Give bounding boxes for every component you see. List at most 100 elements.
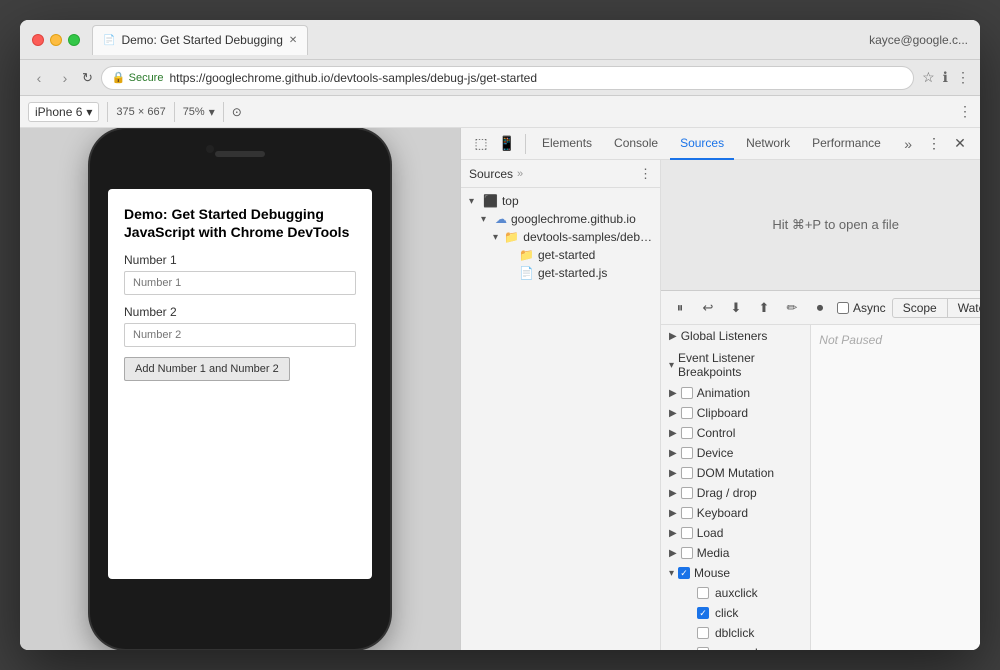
device-selector[interactable]: iPhone 6 ▾ — [28, 102, 99, 122]
media-checkbox[interactable] — [681, 547, 693, 559]
device-toolbar-more[interactable]: ⋮ — [958, 103, 972, 120]
more-device-options[interactable]: ⊙ — [232, 105, 242, 119]
animation-checkbox[interactable] — [681, 387, 693, 399]
bp-auxclick[interactable]: auxclick — [661, 583, 810, 603]
url-bar[interactable]: 🔒 Secure https://googlechrome.github.io/… — [101, 66, 914, 90]
click-checkbox[interactable] — [697, 607, 709, 619]
number2-label: Number 2 — [124, 305, 356, 319]
bp-clipboard[interactable]: ▶ Clipboard — [661, 403, 810, 423]
phone-device: Demo: Get Started Debugging JavaScript w… — [90, 129, 390, 649]
tree-top[interactable]: ▾ ⬛ top — [461, 192, 660, 210]
device-icon[interactable]: 📱 — [495, 132, 519, 156]
add-button[interactable]: Add Number 1 and Number 2 — [124, 357, 290, 381]
bp-dblclick[interactable]: dblclick — [661, 623, 810, 643]
user-label: kayce@google.c... — [869, 33, 968, 47]
tab-separator — [525, 134, 526, 154]
mouse-checkbox[interactable] — [678, 567, 690, 579]
bp-drag-drop[interactable]: ▶ Drag / drop — [661, 483, 810, 503]
inspect-icon[interactable]: ⬚ — [469, 132, 493, 156]
auxclick-checkbox[interactable] — [697, 587, 709, 599]
number1-input[interactable] — [124, 271, 356, 295]
tab-network[interactable]: Network — [736, 128, 800, 160]
close-button[interactable] — [32, 34, 44, 46]
number2-input[interactable] — [124, 323, 356, 347]
dom-mutation-checkbox[interactable] — [681, 467, 693, 479]
forward-button[interactable]: › — [56, 70, 74, 86]
bp-device[interactable]: ▶ Device — [661, 443, 810, 463]
phone-camera — [206, 145, 214, 153]
address-bar: ‹ › ↻ 🔒 Secure https://googlechrome.gith… — [20, 60, 980, 96]
mouse-arrow: ▾ — [669, 568, 674, 579]
pause-button[interactable]: ⏸ — [669, 297, 691, 319]
browser-tab[interactable]: 📄 Demo: Get Started Debugging ✕ — [92, 25, 308, 55]
dblclick-checkbox[interactable] — [697, 627, 709, 639]
browser-window: 📄 Demo: Get Started Debugging ✕ kayce@go… — [20, 20, 980, 650]
tree-folder-devtools[interactable]: ▾ 📁 devtools-samples/deb… — [461, 228, 660, 246]
refresh-button[interactable]: ↻ — [82, 70, 93, 86]
bp-click[interactable]: click — [661, 603, 810, 623]
bp-mousedown[interactable]: mousedown — [661, 643, 810, 650]
sources-expand-icon[interactable]: » — [517, 168, 523, 180]
async-checkbox[interactable] — [837, 302, 849, 314]
blackbox-button[interactable]: ✏ — [781, 297, 803, 319]
tab-elements[interactable]: Elements — [532, 128, 602, 160]
drag-drop-checkbox[interactable] — [681, 487, 693, 499]
tree-folder-getstarted[interactable]: 📁 get-started — [461, 246, 660, 264]
editor-main: Hit ⌘+P to open a file ⬇ — [661, 160, 980, 290]
minimize-button[interactable] — [50, 34, 62, 46]
step-into-button[interactable]: ⬇ — [725, 297, 747, 319]
bookmark-icon[interactable]: ☆ — [922, 69, 935, 86]
step-out-button[interactable]: ⬆ — [753, 297, 775, 319]
devtools-panel: ⬚ 📱 Elements Console Sources Network Per… — [460, 128, 980, 650]
tree-label-devtools: devtools-samples/deb… — [523, 230, 652, 244]
phone-screen: Demo: Get Started Debugging JavaScript w… — [108, 189, 372, 579]
tree-label-origin: googlechrome.github.io — [511, 212, 636, 226]
tree-file-js[interactable]: 📄 get-started.js — [461, 264, 660, 282]
bp-media[interactable]: ▶ Media — [661, 543, 810, 563]
back-button[interactable]: ‹ — [30, 70, 48, 86]
tab-close-icon[interactable]: ✕ — [289, 35, 297, 46]
info-icon[interactable]: ℹ — [943, 69, 948, 86]
load-checkbox[interactable] — [681, 527, 693, 539]
folder-icon-devtools: 📁 — [504, 230, 519, 244]
control-arrow: ▶ — [669, 428, 677, 439]
mousedown-checkbox[interactable] — [697, 647, 709, 650]
async-checkbox-area[interactable]: Async — [837, 301, 886, 315]
bp-mouse[interactable]: ▾ Mouse — [661, 563, 810, 583]
width-display: 375 × 667 — [116, 106, 165, 118]
bp-dom-mutation[interactable]: ▶ DOM Mutation — [661, 463, 810, 483]
scope-tab[interactable]: Scope — [892, 298, 948, 318]
keyboard-checkbox[interactable] — [681, 507, 693, 519]
tab-performance[interactable]: Performance — [802, 128, 891, 160]
control-checkbox[interactable] — [681, 427, 693, 439]
bp-keyboard[interactable]: ▶ Keyboard — [661, 503, 810, 523]
global-listeners-header[interactable]: ▶ Global Listeners — [661, 325, 810, 347]
devtools-more-icon[interactable]: ⋮ — [922, 132, 946, 156]
tab-console[interactable]: Console — [604, 128, 668, 160]
deactivate-button[interactable]: ⏺ — [809, 297, 831, 319]
maximize-button[interactable] — [68, 34, 80, 46]
phone-speaker — [215, 151, 265, 157]
device-checkbox[interactable] — [681, 447, 693, 459]
breakpoints-list: ▶ Global Listeners ▾ Event Listener Brea… — [661, 325, 810, 650]
clipboard-checkbox[interactable] — [681, 407, 693, 419]
tree-arrow-devtools: ▾ — [493, 232, 500, 243]
bp-animation[interactable]: ▶ Animation — [661, 383, 810, 403]
tab-sources[interactable]: Sources — [670, 128, 734, 160]
tabs-more-icon[interactable]: » — [904, 136, 912, 152]
bp-load[interactable]: ▶ Load — [661, 523, 810, 543]
title-bar: 📄 Demo: Get Started Debugging ✕ kayce@go… — [20, 20, 980, 60]
cloud-icon: ☁ — [495, 212, 507, 226]
devtools-close-icon[interactable]: ✕ — [948, 132, 972, 156]
bp-control[interactable]: ▶ Control — [661, 423, 810, 443]
step-over-button[interactable]: ↩ — [697, 297, 719, 319]
debugger-toolbar: ⏸ ↩ ⬇ ⬆ ✏ ⏺ Async Scope — [661, 291, 980, 325]
clipboard-arrow: ▶ — [669, 408, 677, 419]
tree-origin[interactable]: ▾ ☁ googlechrome.github.io — [461, 210, 660, 228]
watch-tab[interactable]: Watch — [948, 298, 980, 318]
load-arrow: ▶ — [669, 528, 677, 539]
sources-more-icon[interactable]: ⋮ — [639, 166, 652, 182]
menu-icon[interactable]: ⋮ — [956, 69, 970, 86]
orientation-button[interactable]: ▾ — [209, 105, 215, 119]
event-listener-header[interactable]: ▾ Event Listener Breakpoints — [661, 347, 810, 383]
